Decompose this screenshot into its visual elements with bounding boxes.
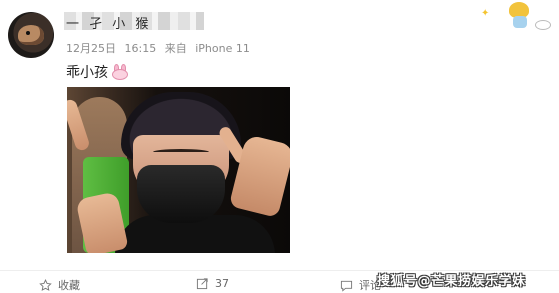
post-text-body: 乖小孩 <box>66 65 108 81</box>
post-time: 16:15 <box>124 42 157 55</box>
corner-decoration: ✦ <box>471 2 551 32</box>
photo-eyes <box>153 149 209 155</box>
favorite-button[interactable]: 收藏 <box>39 277 80 293</box>
post-avatar[interactable] <box>8 12 54 58</box>
post-source-prefix: 来自 <box>164 42 187 55</box>
post-source-device[interactable]: iPhone 11 <box>195 42 250 55</box>
decoration-prince-body <box>513 16 527 28</box>
decoration-star-icon: ✦ <box>481 8 490 19</box>
post-username[interactable]: 一 孑 小 猴 <box>66 13 151 32</box>
avatar-pet-eye <box>26 31 30 35</box>
comment-button[interactable]: 评论 <box>340 277 381 293</box>
post-text: 乖小孩 <box>66 62 129 82</box>
favorite-label: 收藏 <box>58 279 80 292</box>
post-photo[interactable] <box>67 87 290 253</box>
decoration-sheep-icon <box>535 20 551 30</box>
bunny-emoji-icon <box>111 64 129 80</box>
post-meta: 12月25日 16:15 来自 iPhone 11 <box>66 40 255 56</box>
sohu-watermark: 搜狐号@芒果捞娱乐学妹 <box>377 274 526 289</box>
comment-icon <box>340 280 353 292</box>
post-date: 12月25日 <box>66 42 116 55</box>
repost-button[interactable]: 37 <box>196 277 229 290</box>
photo-face-mask <box>137 165 225 223</box>
avatar-pet <box>18 25 44 45</box>
star-bookmark-icon <box>39 278 52 291</box>
repost-count: 37 <box>215 277 229 290</box>
repost-icon <box>196 278 208 290</box>
